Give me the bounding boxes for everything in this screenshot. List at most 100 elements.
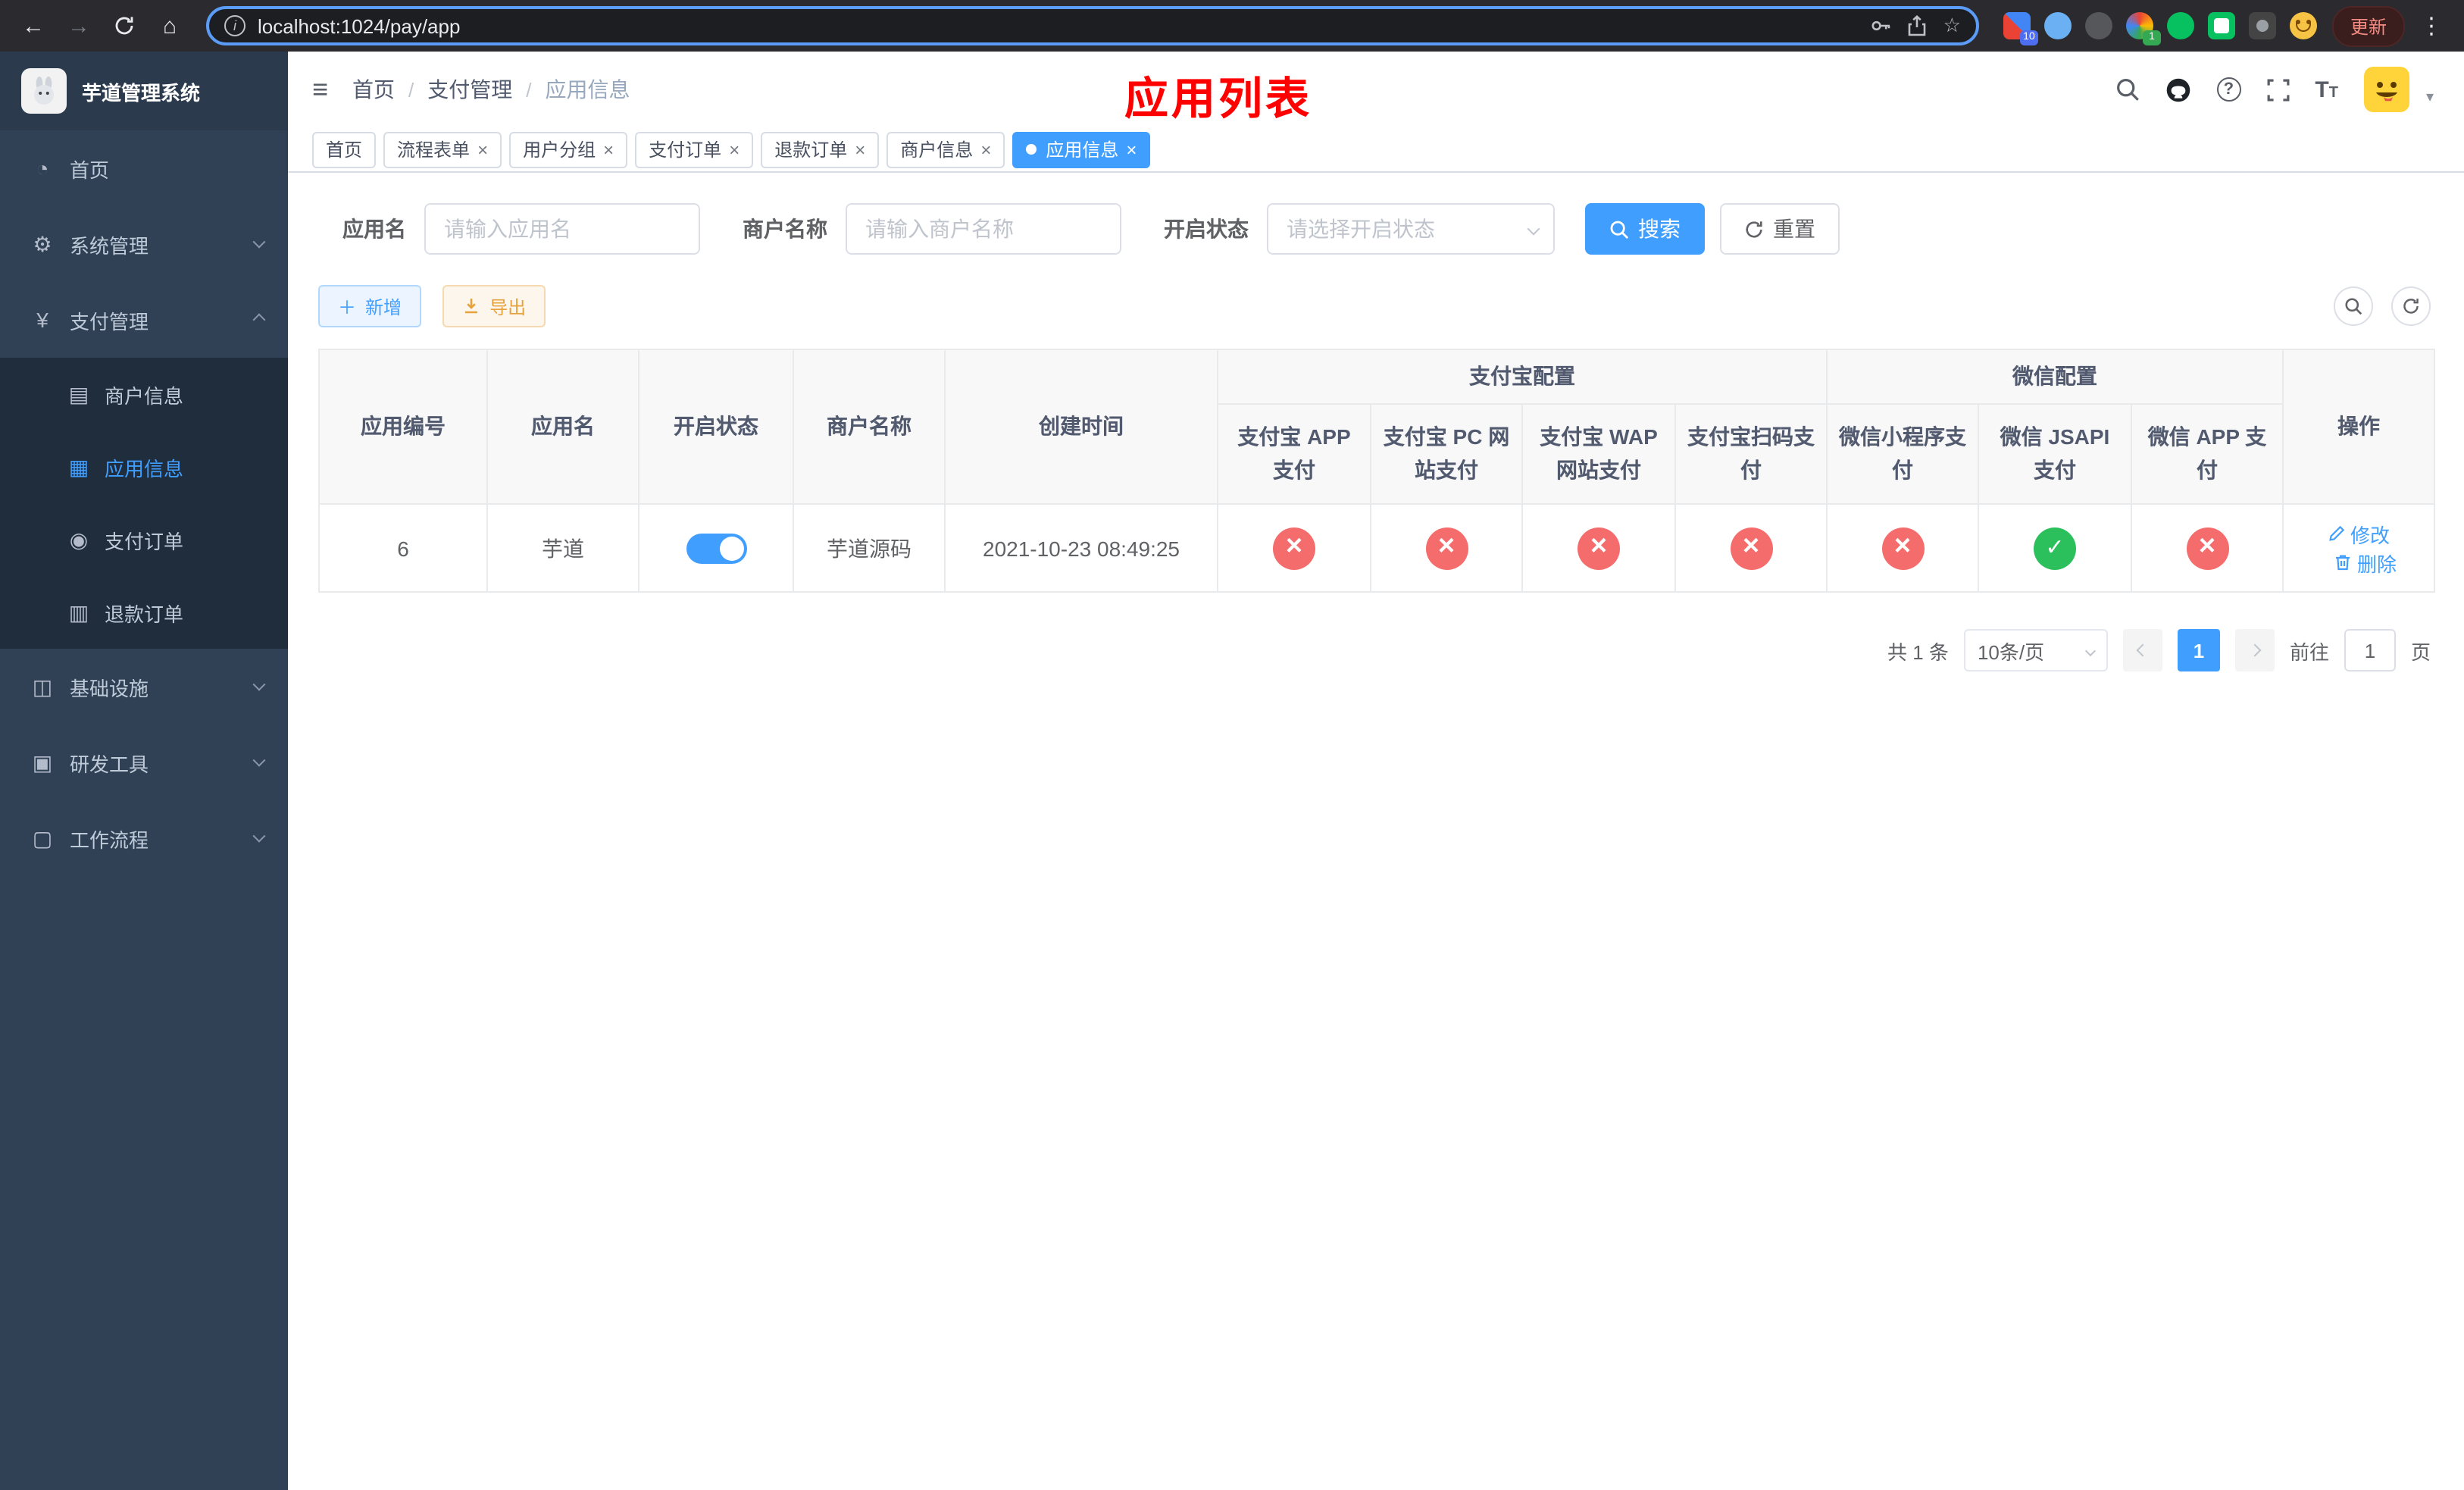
address-bar[interactable]: i localhost:1024/pay/app ☆ (206, 6, 1979, 45)
font-size-icon[interactable]: TT (2315, 77, 2338, 102)
close-icon[interactable]: × (855, 140, 865, 158)
tab-refund-order[interactable]: 退款订单 × (761, 131, 880, 167)
merchant-name-input[interactable] (846, 203, 1121, 255)
browser-menu-icon[interactable]: ⋮ (2414, 12, 2449, 39)
sidebar-item-label: 退款订单 (105, 603, 184, 625)
pencil-icon (2329, 525, 2345, 541)
share-icon[interactable] (1907, 15, 1928, 36)
browser-forward-button[interactable]: → (61, 8, 97, 44)
col-app-name: 应用名 (486, 349, 639, 505)
close-icon[interactable]: × (477, 140, 488, 158)
app-title: 芋道管理系统 (82, 81, 201, 104)
add-button[interactable]: ＋ 新增 (318, 285, 422, 327)
extension-badge: 1 (2142, 30, 2161, 45)
tab-app-info[interactable]: 应用信息 × (1012, 131, 1151, 167)
sidebar-toggle-icon[interactable]: ≡ (312, 74, 328, 105)
yen-icon: ¥ (36, 308, 48, 332)
sidebar-item-merchant-info[interactable]: ▤ 商户信息 (0, 358, 288, 430)
workflow-icon: ▢ (32, 825, 53, 850)
sidebar-item-workflow[interactable]: ▢ 工作流程 (0, 800, 288, 876)
browser-reload-button[interactable] (106, 8, 142, 44)
wechat-jsapi-status-icon (2034, 527, 2076, 569)
close-icon[interactable]: × (729, 140, 740, 158)
sidebar-item-system[interactable]: ⚙ 系统管理 (0, 206, 288, 282)
tab-merchant-info[interactable]: 商户信息 × (886, 131, 1005, 167)
delete-link[interactable]: 删除 (2334, 548, 2397, 577)
status-select-placeholder: 请选择开启状态 (1287, 217, 1435, 241)
tab-process-form[interactable]: 流程表单 × (383, 131, 502, 167)
fullscreen-icon[interactable] (2266, 78, 2289, 101)
reset-button-label: 重置 (1773, 217, 1815, 241)
browser-home-button[interactable]: ⌂ (152, 8, 188, 44)
logo-image (21, 68, 67, 114)
close-icon[interactable]: × (980, 140, 991, 158)
bookmark-star-icon[interactable]: ☆ (1943, 14, 1961, 38)
page-size-select[interactable]: 10条/页 (1963, 629, 2108, 671)
app-table: 应用编号 应用名 开启状态 商户名称 创建时间 支付宝配置 微信配置 操作 支付… (318, 349, 2435, 593)
sidebar-item-dev-tools[interactable]: ▣ 研发工具 (0, 725, 288, 800)
refresh-table-button[interactable] (2391, 286, 2431, 326)
search-form: 应用名 商户名称 开启状态 请选择开启状态 搜索 重置 (318, 203, 2431, 255)
dashboard-icon: ◔ (36, 156, 49, 180)
password-key-icon[interactable] (1871, 15, 1892, 36)
sidebar-item-pay-order[interactable]: ◉ 支付订单 (0, 503, 288, 576)
avatar-dropdown-caret-icon[interactable]: ▾ (2426, 89, 2434, 112)
show-search-toggle-button[interactable] (2334, 286, 2373, 326)
tab-pay-order[interactable]: 支付订单 × (635, 131, 754, 167)
col-wechat-app: 微信 APP 支付 (2131, 403, 2284, 505)
status-toggle[interactable] (686, 533, 746, 563)
export-button[interactable]: 导出 (442, 285, 546, 327)
extension-wechat-devtools-icon[interactable] (2207, 12, 2235, 39)
screen: ← → ⌂ i localhost:1024/pay/app ☆ 10 1 更新 (0, 0, 2464, 1490)
sidebar-item-refund-order[interactable]: ▥ 退款订单 (0, 576, 288, 649)
browser-back-button[interactable]: ← (15, 8, 52, 44)
url-text[interactable]: localhost:1024/pay/app (258, 14, 1859, 37)
breadcrumb-section[interactable]: 支付管理 (427, 74, 512, 105)
download-icon (465, 299, 478, 314)
extension-colorful-icon[interactable]: 1 (2125, 12, 2161, 45)
app-name-label: 应用名 (342, 217, 406, 241)
cell-status (638, 503, 794, 593)
prev-page-button[interactable] (2122, 629, 2162, 671)
sidebar-item-payment[interactable]: ¥ 支付管理 (0, 282, 288, 358)
github-icon[interactable] (2165, 77, 2190, 102)
avatar[interactable] (2363, 67, 2409, 112)
site-info-icon[interactable]: i (224, 15, 245, 36)
app-logo[interactable]: 芋道管理系统 (0, 52, 288, 130)
goto-page-input[interactable] (2344, 629, 2396, 671)
edit-link[interactable]: 修改 (2328, 519, 2390, 548)
app-name-input[interactable] (424, 203, 700, 255)
close-icon[interactable]: × (603, 140, 614, 158)
sidebar-item-label: 首页 (70, 158, 110, 181)
trash-icon (2336, 555, 2350, 571)
header-search-icon[interactable] (2115, 77, 2139, 102)
reset-button[interactable]: 重置 (1720, 203, 1840, 255)
col-status: 开启状态 (638, 349, 794, 505)
next-page-button[interactable] (2234, 629, 2275, 671)
close-icon[interactable]: × (1126, 140, 1137, 158)
breadcrumb-home[interactable]: 首页 (352, 74, 395, 105)
extension-green-circle-icon[interactable] (2166, 12, 2194, 39)
browser-update-button[interactable]: 更新 (2331, 5, 2405, 46)
sidebar-item-label: 应用信息 (105, 457, 184, 480)
extension-blue-icon[interactable] (2043, 12, 2072, 39)
sidebar-item-label: 支付管理 (70, 310, 149, 333)
search-button[interactable]: 搜索 (1585, 203, 1705, 255)
toolbox-icon: ▣ (32, 750, 53, 774)
extension-emoji-icon[interactable] (2289, 12, 2317, 39)
help-icon[interactable]: ? (2216, 77, 2241, 102)
extension-dark-circle-icon[interactable] (2084, 12, 2112, 39)
sidebar-item-infrastructure[interactable]: ◫ 基础设施 (0, 649, 288, 725)
sidebar-menu: ◔ 首页 ⚙ 系统管理 ¥ 支付管理 ▤ 商户信息 ▦ 应用信息 ◉ 支付订单 … (0, 130, 288, 876)
page-number-button[interactable]: 1 (2177, 629, 2220, 671)
tab-user-group[interactable]: 用户分组 × (509, 131, 628, 167)
sidebar-item-home[interactable]: ◔ 首页 (0, 130, 288, 206)
sidebar-item-app-info[interactable]: ▦ 应用信息 (0, 430, 288, 503)
table-row: 6 芋道 芋道源码 2021-10-23 08:49:25 × × × × × … (318, 503, 2435, 593)
tab-home[interactable]: 首页 (312, 131, 377, 167)
extension-badge: 10 (2019, 30, 2038, 45)
extension-puzzle-icon[interactable] (2248, 12, 2276, 39)
status-select[interactable]: 请选择开启状态 (1267, 203, 1555, 255)
extension-grid-icon[interactable]: 10 (2003, 12, 2038, 45)
plus-icon: ＋ (338, 296, 357, 318)
